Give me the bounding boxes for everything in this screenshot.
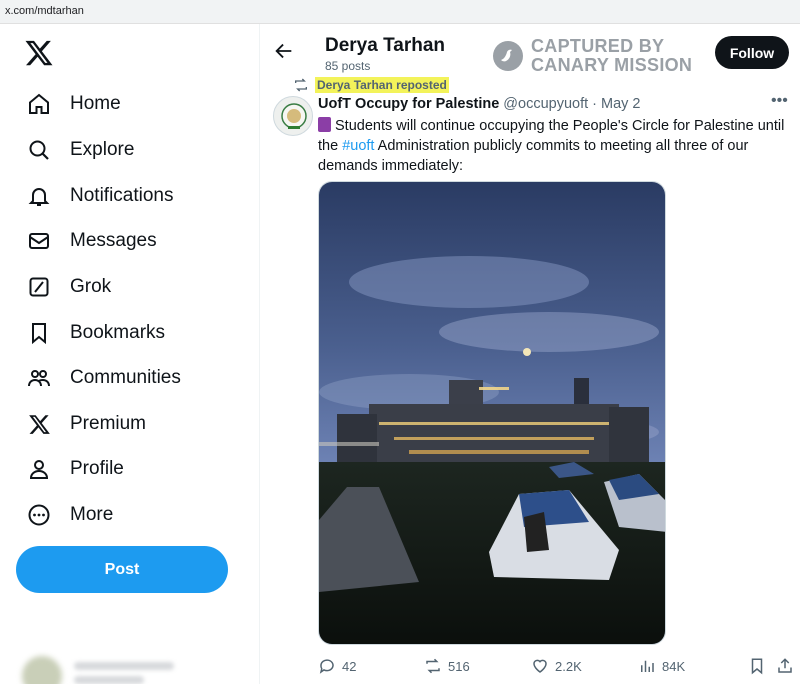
repost-icon	[293, 77, 309, 93]
main-column: Derya Tarhan 85 posts CAPTURED BY CANARY…	[261, 24, 800, 684]
tweet-photo[interactable]	[318, 181, 666, 645]
people-icon	[26, 365, 52, 391]
sidebar: Home Explore Notifications Messages Grok…	[0, 24, 260, 684]
tweet-actions: 42 516 2.2K 84K	[318, 657, 798, 677]
heart-icon	[531, 657, 549, 675]
author-handle[interactable]: @occupyuoft	[503, 96, 588, 112]
nav-label: Messages	[70, 230, 157, 251]
separator: ·	[592, 96, 597, 112]
reply-icon	[318, 657, 336, 675]
canary-mission-watermark: CAPTURED BY CANARY MISSION	[492, 37, 692, 75]
post-button[interactable]: Post	[16, 546, 228, 593]
like-button[interactable]: 2.2K	[531, 657, 582, 675]
nav-item-more[interactable]: More	[14, 495, 113, 535]
flag-emoji-icon	[318, 117, 331, 132]
search-icon	[26, 137, 52, 163]
nav-label: Profile	[70, 458, 124, 479]
back-arrow-icon[interactable]	[273, 40, 295, 62]
author-name[interactable]: UofT Occupy for Palestine	[318, 96, 499, 112]
nav-label: Premium	[70, 413, 147, 434]
account-switcher[interactable]	[22, 656, 182, 684]
x-logo-icon	[26, 411, 52, 437]
repost-indicator: Derya Tarhan reposted	[293, 76, 449, 94]
nav-label: Notifications	[70, 185, 174, 206]
url-text: x.com/mdtarhan	[5, 5, 84, 17]
bookmark-icon	[26, 320, 52, 346]
hashtag-link[interactable]: #uoft	[342, 138, 374, 154]
x-logo-icon[interactable]	[24, 38, 56, 70]
nav-label: Grok	[70, 276, 112, 297]
nav-item-messages[interactable]: Messages	[14, 221, 157, 261]
nav-item-home[interactable]: Home	[14, 84, 121, 124]
like-count: 2.2K	[555, 658, 582, 674]
bookmark-button[interactable]	[748, 657, 772, 675]
canary-bird-icon	[492, 40, 524, 72]
nav-label: Communities	[70, 367, 181, 388]
nav-label: Explore	[70, 139, 135, 160]
bookmark-icon	[748, 657, 766, 675]
share-button[interactable]	[776, 657, 800, 675]
author-avatar[interactable]	[273, 96, 313, 136]
tweet-text: Students will continue occupying the Peo…	[318, 116, 790, 176]
reply-count: 42	[342, 658, 357, 674]
repost-button[interactable]: 516	[424, 657, 470, 675]
bell-icon	[26, 183, 52, 209]
nav-item-notifications[interactable]: Notifications	[14, 176, 174, 216]
more-options-icon[interactable]: •••	[771, 92, 788, 110]
follow-button[interactable]: Follow	[715, 36, 789, 69]
nav-item-explore[interactable]: Explore	[14, 130, 134, 170]
blurred-account-handle	[74, 676, 144, 684]
share-icon	[776, 657, 794, 675]
mail-icon	[26, 228, 52, 254]
avatar	[22, 656, 62, 684]
profile-name: Derya Tarhan	[325, 35, 446, 56]
blurred-account-name	[74, 662, 174, 670]
repost-label[interactable]: Derya Tarhan reposted	[315, 77, 449, 93]
nav-item-communities[interactable]: Communities	[14, 358, 181, 398]
nav-label: Bookmarks	[70, 322, 166, 343]
more-circle-icon	[26, 502, 52, 528]
tweet-text-part-2: Administration publicly commits to meeti…	[318, 138, 749, 174]
nav-item-grok[interactable]: Grok	[14, 267, 111, 307]
nav-label: More	[70, 504, 114, 525]
post-count: 85 posts	[325, 59, 371, 73]
nav-item-premium[interactable]: Premium	[14, 404, 146, 444]
person-icon	[26, 456, 52, 482]
watermark-line-2: CANARY MISSION	[531, 55, 693, 75]
repost-count: 516	[448, 658, 470, 674]
nav-item-profile[interactable]: Profile	[14, 449, 124, 489]
tweet-date[interactable]: May 2	[601, 96, 641, 112]
reply-button[interactable]: 42	[318, 657, 356, 675]
grok-icon	[26, 274, 52, 300]
nav-item-bookmarks[interactable]: Bookmarks	[14, 313, 165, 353]
nav-label: Home	[70, 93, 121, 114]
views-chart-icon	[638, 657, 656, 675]
watermark-line-1: CAPTURED BY	[531, 36, 665, 56]
view-count: 84K	[662, 658, 686, 674]
views-button[interactable]: 84K	[638, 657, 685, 675]
browser-address-bar[interactable]: x.com/mdtarhan	[0, 0, 800, 24]
tweet-header: UofT Occupy for Palestine @occupyuoft · …	[318, 96, 641, 112]
repost-icon	[424, 657, 442, 675]
home-icon	[26, 91, 52, 117]
